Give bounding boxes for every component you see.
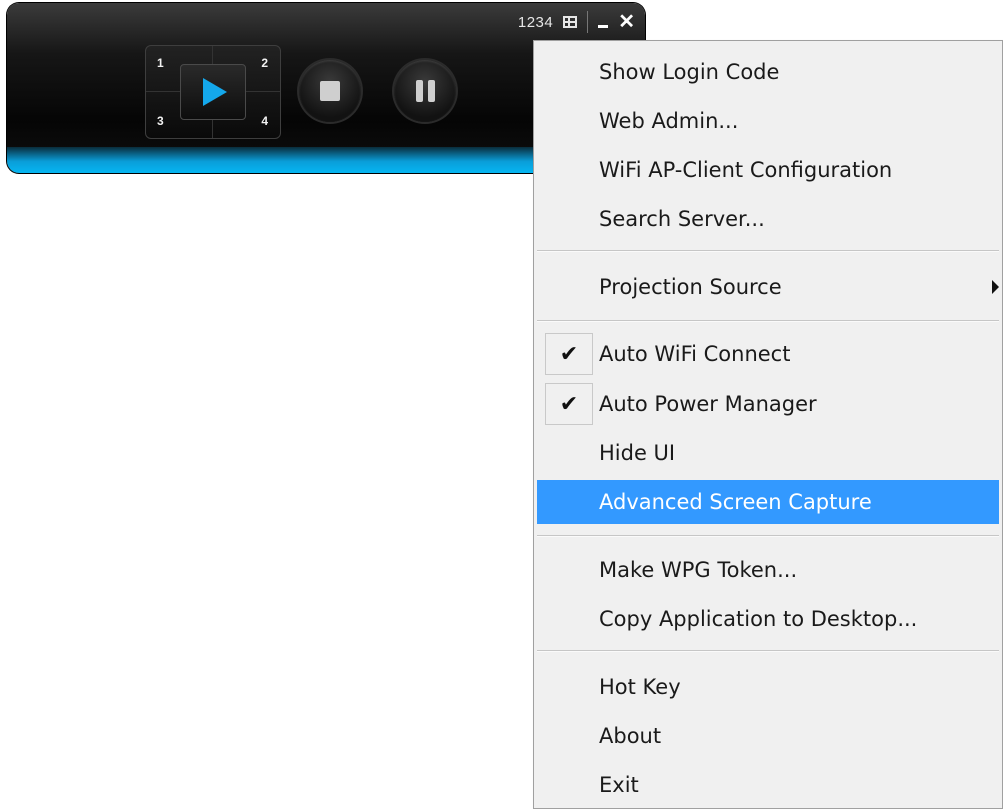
menu-item-web-admin[interactable]: Web Admin...	[537, 99, 999, 143]
stop-button[interactable]	[299, 60, 361, 122]
pause-icon	[415, 80, 435, 102]
menu-item-label: Exit	[599, 773, 639, 797]
checkmark-icon: ✔	[559, 391, 579, 417]
play-button[interactable]	[180, 64, 246, 120]
menu-item-copy-application-to-desktop[interactable]: Copy Application to Desktop...	[537, 597, 999, 641]
quadrant-2-button[interactable]: 2	[261, 56, 268, 70]
close-button[interactable]: ✕	[618, 12, 635, 32]
stop-icon	[320, 81, 340, 101]
layout-icon[interactable]	[563, 16, 578, 28]
menu-item-show-login-code[interactable]: Show Login Code	[537, 50, 999, 94]
context-menu: Show Login Code Web Admin... WiFi AP-Cli…	[533, 40, 1003, 809]
menu-item-wifi-ap-client-configuration[interactable]: WiFi AP-Client Configuration	[537, 148, 999, 192]
titlebar: 1234 ✕	[518, 9, 635, 35]
menu-divider	[537, 250, 999, 252]
menu-item-label: Projection Source	[599, 275, 782, 299]
separator	[587, 11, 589, 33]
menu-item-label: WiFi AP-Client Configuration	[599, 158, 893, 182]
menu-item-auto-power-manager[interactable]: ✔ Auto Power Manager	[537, 382, 999, 426]
menu-item-label: Hide UI	[599, 441, 676, 465]
menu-item-about[interactable]: About	[537, 714, 999, 758]
menu-item-auto-wifi-connect[interactable]: ✔ Auto WiFi Connect	[537, 332, 999, 376]
menu-item-hot-key[interactable]: Hot Key	[537, 665, 999, 709]
quadrant-1-button[interactable]: 1	[157, 56, 164, 70]
checkmark-box: ✔	[545, 333, 593, 375]
menu-item-label: About	[599, 724, 662, 748]
menu-item-label: Web Admin...	[599, 109, 739, 133]
menu-item-make-wpg-token[interactable]: Make WPG Token...	[537, 548, 999, 592]
menu-divider	[537, 650, 999, 652]
quadrant-4-button[interactable]: 4	[261, 114, 268, 128]
menu-divider	[537, 320, 999, 322]
checkmark-icon: ✔	[559, 341, 579, 367]
menu-item-label: Show Login Code	[599, 60, 780, 84]
menu-item-label: Copy Application to Desktop...	[599, 607, 918, 631]
menu-item-label: Auto WiFi Connect	[599, 342, 791, 366]
pause-button[interactable]	[394, 60, 456, 122]
menu-item-projection-source[interactable]: Projection Source	[537, 265, 999, 309]
menu-item-search-server[interactable]: Search Server...	[537, 197, 999, 241]
minimize-button[interactable]	[598, 24, 609, 28]
menu-item-advanced-screen-capture[interactable]: Advanced Screen Capture	[537, 480, 999, 524]
menu-item-hide-ui[interactable]: Hide UI	[537, 431, 999, 475]
menu-divider	[537, 535, 999, 537]
menu-item-label: Hot Key	[599, 675, 681, 699]
quadrant-3-button[interactable]: 3	[157, 114, 164, 128]
menu-item-exit[interactable]: Exit	[537, 763, 999, 807]
menu-item-label: Search Server...	[599, 207, 765, 231]
login-code: 1234	[517, 13, 554, 31]
menu-item-label: Advanced Screen Capture	[599, 490, 872, 514]
menu-item-label: Make WPG Token...	[599, 558, 798, 582]
play-icon	[203, 78, 227, 106]
quadrant-selector: 1 2 3 4	[145, 45, 281, 139]
checkmark-box: ✔	[545, 383, 593, 425]
menu-item-label: Auto Power Manager	[599, 392, 817, 416]
submenu-arrow-icon	[992, 280, 999, 294]
